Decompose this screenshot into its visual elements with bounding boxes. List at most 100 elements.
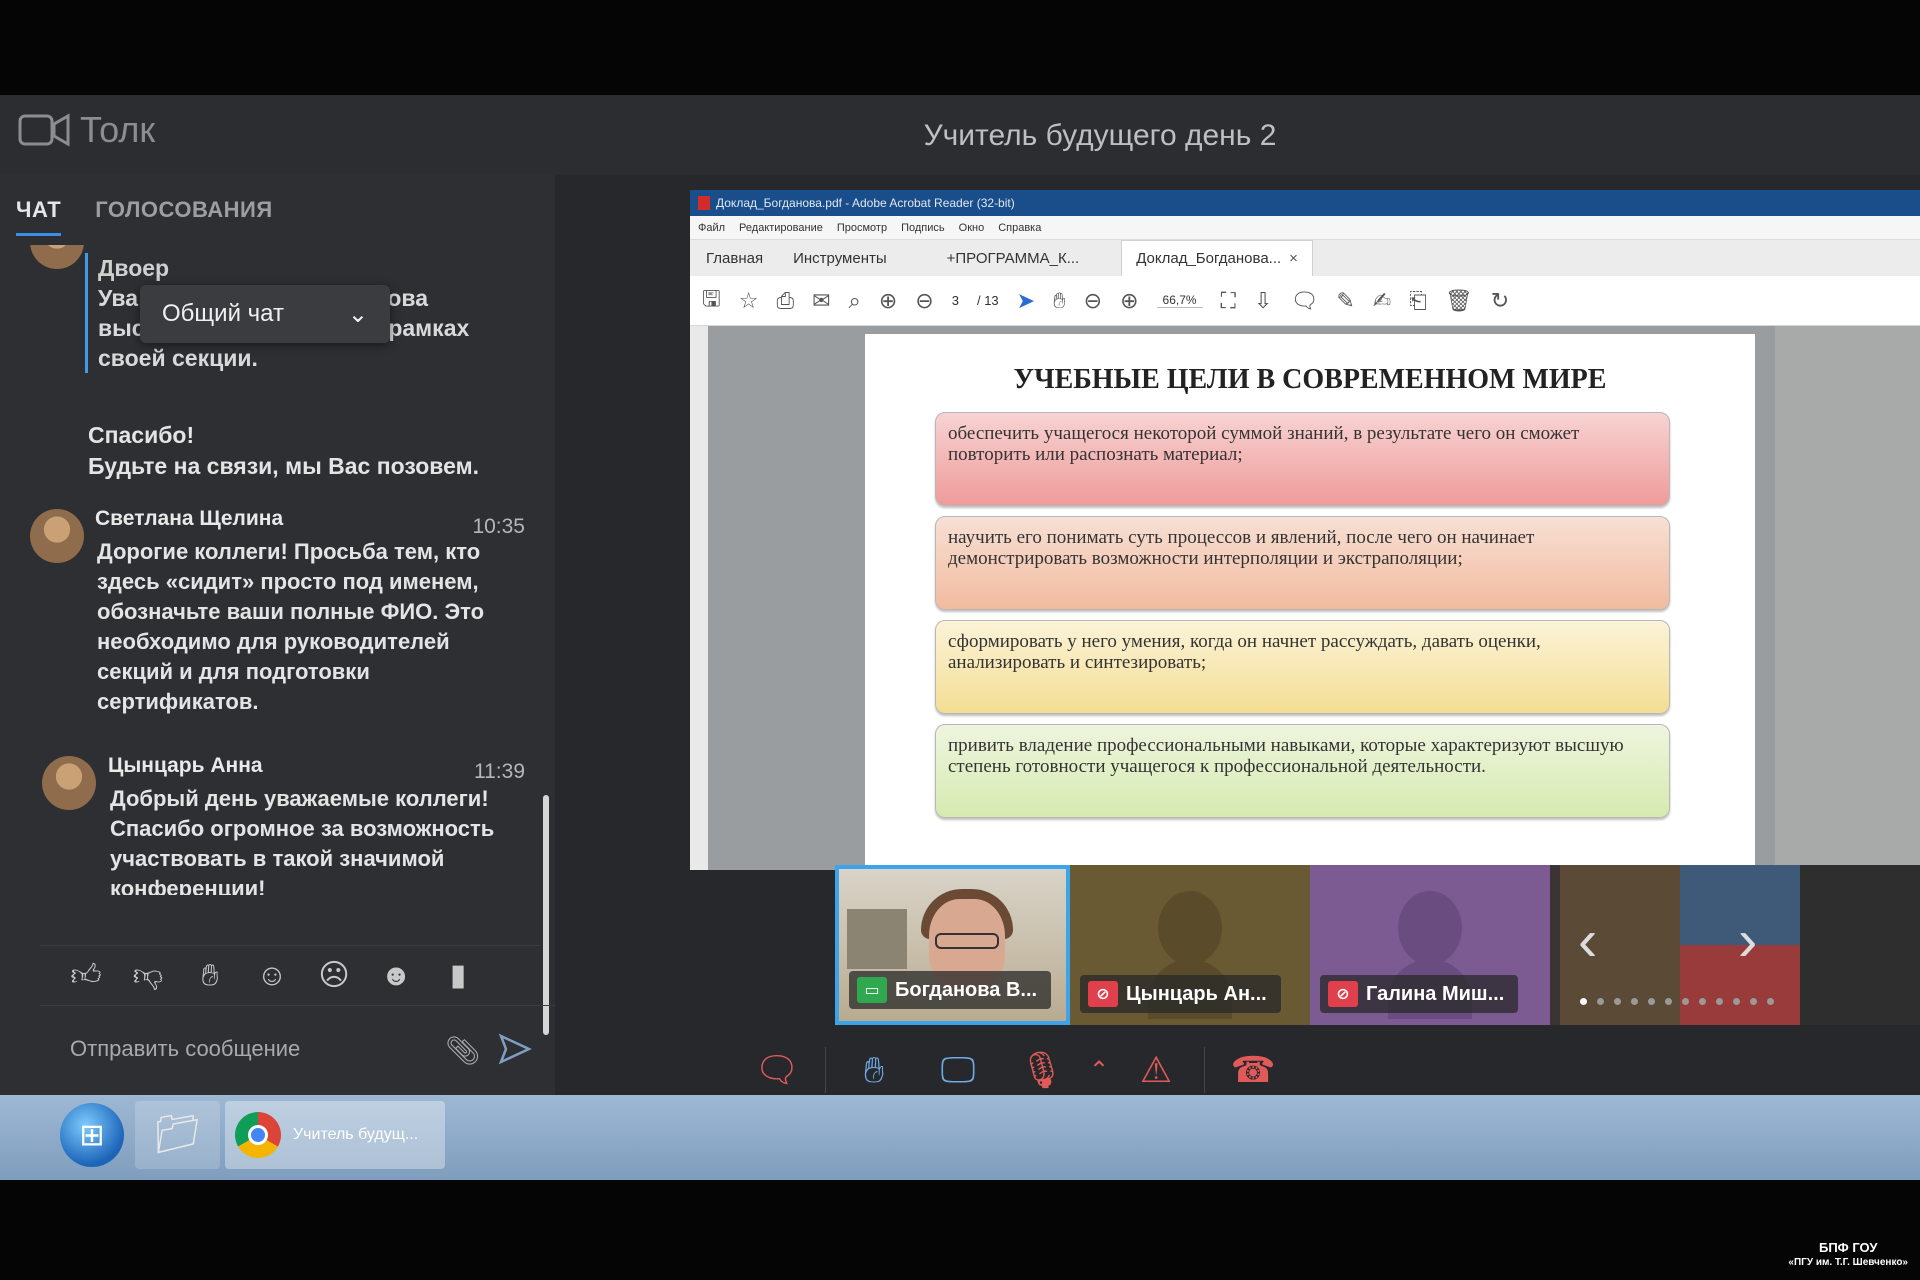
page-dot[interactable] <box>1580 998 1587 1005</box>
scroll-mode-icon[interactable]: ⇩ <box>1254 288 1272 314</box>
save-icon[interactable]: 🖫 <box>702 282 721 320</box>
page-dot[interactable] <box>1682 998 1689 1005</box>
tab-chat[interactable]: ЧАТ <box>16 197 62 236</box>
delete-icon[interactable]: 🗑︎ <box>1445 288 1473 314</box>
participant-name: Цынцарь Ан... <box>1126 982 1267 1005</box>
screen-share-icon[interactable]: 🖵 <box>916 1040 1000 1100</box>
acrobat-window-title: Доклад_Богданова.pdf - Adobe Acrobat Rea… <box>716 196 1015 210</box>
zoom-in-icon[interactable]: ⊕ <box>1120 288 1138 314</box>
watermark: БПФ ГОУ «ПГУ им. Т.Г. Шевченко» <box>1788 1240 1908 1270</box>
hang-up-icon[interactable]: ☎︎ <box>1211 1040 1295 1100</box>
tab-program[interactable]: +ПРОГРАММА_К... <box>939 250 1102 276</box>
chrome-icon <box>235 1112 281 1158</box>
camera-off-icon[interactable]: ⚠ <box>1114 1040 1198 1100</box>
pen-icon[interactable]: ✎ <box>1336 288 1354 314</box>
participant-tile-active[interactable]: ▭ Богданова В... <box>835 865 1070 1025</box>
message-input[interactable]: Отправить сообщение <box>70 1036 300 1062</box>
chevron-right-icon[interactable]: › <box>1738 907 1757 974</box>
page-dot[interactable] <box>1699 998 1706 1005</box>
page-dot[interactable] <box>1750 998 1757 1005</box>
chat-selector-dropdown[interactable]: Общий чат ⌄ <box>140 285 390 343</box>
participant-tile[interactable]: ⊘ Цынцарь Ан... <box>1070 865 1310 1025</box>
chevron-left-icon[interactable]: ‹ <box>1578 907 1597 974</box>
thumbs-down-icon[interactable]: 👎︎ <box>132 958 164 994</box>
search-icon[interactable]: ⌕ <box>849 288 861 314</box>
page-dot[interactable] <box>1716 998 1723 1005</box>
bar-icon[interactable]: ▮ <box>442 958 474 993</box>
divider <box>1204 1047 1205 1093</box>
participant-name-tag: ▭ Богданова В... <box>849 971 1052 1009</box>
tab-tools[interactable]: Инструменты <box>785 250 909 276</box>
chat-icon[interactable]: 🗨︎ <box>735 1040 819 1100</box>
page-dot[interactable] <box>1597 998 1604 1005</box>
send-icon[interactable] <box>498 1032 532 1066</box>
explorer-folder-icon[interactable]: 📁︎ <box>135 1101 220 1169</box>
chevron-down-icon: ⌄ <box>347 300 368 328</box>
conference-title: Учитель будущего день 2 <box>923 119 1277 152</box>
menu-file[interactable]: Файл <box>698 216 725 239</box>
message-body: Дорогие коллеги! Просьба тем, кто здесь … <box>97 539 485 714</box>
menu-window[interactable]: Окно <box>959 216 985 239</box>
windows-start-icon[interactable]: ⊞ <box>60 1103 124 1167</box>
participant-glasses <box>935 933 999 949</box>
message-author: Цынцарь Анна <box>108 754 263 777</box>
close-icon[interactable]: × <box>1289 250 1298 267</box>
quote-line1-start: Ува <box>98 285 139 311</box>
page-dot[interactable] <box>1733 998 1740 1005</box>
app-titlebar: Толк Учитель будущего день 2 <box>0 95 1920 175</box>
raised-hand-icon[interactable]: ✋︎ <box>194 959 226 993</box>
tab-report-label: Доклад_Богданова... <box>1136 250 1282 267</box>
side-panel-toggle[interactable] <box>690 326 708 870</box>
watermark-line1: БПФ ГОУ <box>1818 1240 1878 1255</box>
participant-tile[interactable]: ⊘ Галина Миш... <box>1310 865 1550 1025</box>
grin-icon[interactable]: ☻ <box>380 959 412 993</box>
tab-report[interactable]: Доклад_Богданова... × <box>1121 240 1313 276</box>
raise-hand-icon[interactable]: ✋︎ <box>832 1040 916 1100</box>
print-icon[interactable]: ⎙ <box>776 288 794 314</box>
zoom-out-icon[interactable]: ⊖ <box>1084 288 1102 314</box>
menu-view[interactable]: Просмотр <box>837 216 887 239</box>
tab-home[interactable]: Главная <box>698 250 785 276</box>
mic-off-icon[interactable]: 🎙︎ <box>1000 1040 1084 1100</box>
fit-page-icon[interactable]: ⛶ <box>1221 288 1236 314</box>
chat-scrollbar[interactable] <box>543 795 549 1035</box>
sad-icon[interactable]: ☹ <box>318 958 350 993</box>
chevron-up-icon[interactable]: ⌃ <box>1084 1040 1114 1100</box>
page-up-icon[interactable]: ⊕ <box>879 288 897 314</box>
chat-selector-label: Общий чат <box>162 300 284 327</box>
chat-message: Светлана Щелина 10:35 Дорогие коллеги! П… <box>0 503 555 714</box>
document-margin <box>1775 326 1920 870</box>
menu-sign[interactable]: Подпись <box>901 216 945 239</box>
taskbar-chrome-button[interactable]: Учитель будущ... <box>225 1101 445 1169</box>
chat-sidebar: ЧАТ ГОЛОСОВАНИЯ Двоер Ува , готова высту… <box>0 175 555 1095</box>
stamp-icon[interactable]: ⎗ <box>1409 288 1427 314</box>
windows-taskbar: ⊞ 📁︎ Учитель будущ... <box>0 1095 1920 1180</box>
smile-icon[interactable]: ☺ <box>256 959 288 993</box>
attach-icon[interactable]: 📎︎ <box>445 1034 481 1067</box>
menu-edit[interactable]: Редактирование <box>739 216 823 239</box>
page-dot[interactable] <box>1767 998 1774 1005</box>
page-dot[interactable] <box>1665 998 1672 1005</box>
page-current[interactable]: 3 <box>952 293 959 308</box>
page-dot[interactable] <box>1648 998 1655 1005</box>
mail-icon[interactable]: ✉ <box>812 288 830 314</box>
thumbs-up-icon[interactable]: 👍︎ <box>70 958 102 994</box>
message-composer[interactable]: Отправить сообщение 📎︎ <box>40 1005 555 1095</box>
zoom-level[interactable]: 66,7% <box>1156 293 1203 308</box>
acrobat-tabs: Главная Инструменты +ПРОГРАММА_К... Докл… <box>690 240 1920 276</box>
rotate-icon[interactable]: ↻ <box>1491 288 1509 314</box>
comment-icon[interactable]: 🗨︎ <box>1290 288 1318 314</box>
star-icon[interactable]: ☆ <box>739 288 759 314</box>
page-dot[interactable] <box>1631 998 1638 1005</box>
page-dot[interactable] <box>1614 998 1621 1005</box>
menu-help[interactable]: Справка <box>998 216 1041 239</box>
tab-polls[interactable]: ГОЛОСОВАНИЯ <box>95 197 272 236</box>
select-cursor-icon[interactable]: ➤ <box>1017 288 1035 314</box>
participant-name: Галина Миш... <box>1366 982 1505 1005</box>
page-down-icon[interactable]: ⊖ <box>915 288 933 314</box>
hand-icon[interactable]: ✋︎ <box>1053 288 1066 314</box>
sign-icon[interactable]: ✍ <box>1373 288 1391 314</box>
slide-title: УЧЕБНЫЕ ЦЕЛИ В СОВРЕМЕННОМ МИРЕ <box>1013 364 1607 395</box>
sidebar-tabs: ЧАТ ГОЛОСОВАНИЯ <box>16 197 273 236</box>
background-shelf <box>847 909 907 969</box>
